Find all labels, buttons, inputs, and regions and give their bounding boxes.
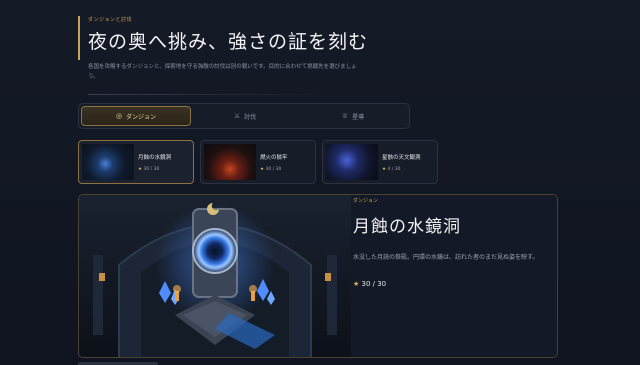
dungeon-card[interactable]: 月蝕の水鏡洞 ★ 30 / 30: [78, 140, 194, 184]
dungeon-card-progress: ★ 30 / 30: [138, 166, 160, 172]
dungeon-card-list: 月蝕の水鏡洞 ★ 30 / 30 燃火の獄牢 ★ 30 / 30 星骸の天文観測…: [78, 140, 438, 184]
tab-label: 星導: [352, 113, 365, 121]
featured-eyebrow: ダンジョン: [353, 198, 379, 204]
tab-label: 討伐: [244, 113, 257, 121]
page-subtitle: 各国を攻略するダンジョンと、探索地を守る強敵の討伐は別の戦いです。目的に合わせて…: [88, 64, 357, 80]
dungeon-card-name: 燃火の獄牢: [260, 154, 288, 161]
compass-icon: ◎: [115, 112, 123, 120]
dungeon-artwork: [79, 195, 351, 357]
star-icon: ★: [382, 166, 387, 172]
star-icon: ★: [138, 166, 143, 172]
featured-dungeon-description: 水没した月読の祭殿。円環の水鏡は、訪れた者のまだ見ぬ姿を映す。: [353, 254, 539, 261]
featured-dungeon-title: 月蝕の水鏡洞: [353, 217, 461, 237]
tab-star-guide[interactable]: ♕ 星導: [299, 106, 407, 126]
header-divider: [88, 94, 328, 95]
page-title: 夜の奥へ挑み、強さの証を刻む: [88, 31, 369, 53]
tab-label: ダンジョン: [126, 113, 157, 121]
featured-dungeon-info: ダンジョン 月蝕の水鏡洞 水没した月読の祭殿。円環の水鏡は、訪れた者のまだ見ぬ姿…: [353, 197, 553, 288]
featured-dungeon-panel[interactable]: ダンジョン 月蝕の水鏡洞 水没した月読の祭殿。円環の水鏡は、訪れた者のまだ見ぬ姿…: [78, 194, 558, 358]
page-header: ダンジョンと討伐 夜の奥へ挑み、強さの証を刻む 各国を攻略するダンジョンと、探索…: [78, 16, 578, 95]
trophy-icon: ♕: [341, 112, 349, 120]
dungeon-thumbnail: [82, 144, 134, 180]
star-icon: ★: [353, 280, 360, 288]
tab-subjugation[interactable]: ⚔ 討伐: [191, 106, 299, 126]
dungeon-card-name: 月蝕の水鏡洞: [138, 154, 172, 161]
tab-dungeon[interactable]: ◎ ダンジョン: [81, 106, 191, 126]
dungeon-card[interactable]: 星骸の天文観測 ★ 4 / 30: [322, 140, 438, 184]
dungeon-thumbnail: [204, 144, 256, 180]
crossed-swords-icon: ⚔: [233, 112, 241, 120]
dungeon-card-progress: ★ 30 / 30: [260, 166, 282, 172]
featured-dungeon-progress: ★ 30 / 30: [353, 280, 387, 288]
star-icon: ★: [260, 166, 265, 172]
dungeon-card-name: 星骸の天文観測: [382, 154, 421, 161]
dungeon-thumbnail: [326, 144, 378, 180]
title-accent-bar: [78, 16, 80, 60]
dungeon-card[interactable]: 燃火の獄牢 ★ 30 / 30: [200, 140, 316, 184]
category-tabs: ◎ ダンジョン ⚔ 討伐 ♕ 星導: [78, 103, 410, 129]
header-eyebrow: ダンジョンと討伐: [88, 17, 133, 23]
dungeon-card-progress: ★ 4 / 30: [382, 166, 401, 172]
